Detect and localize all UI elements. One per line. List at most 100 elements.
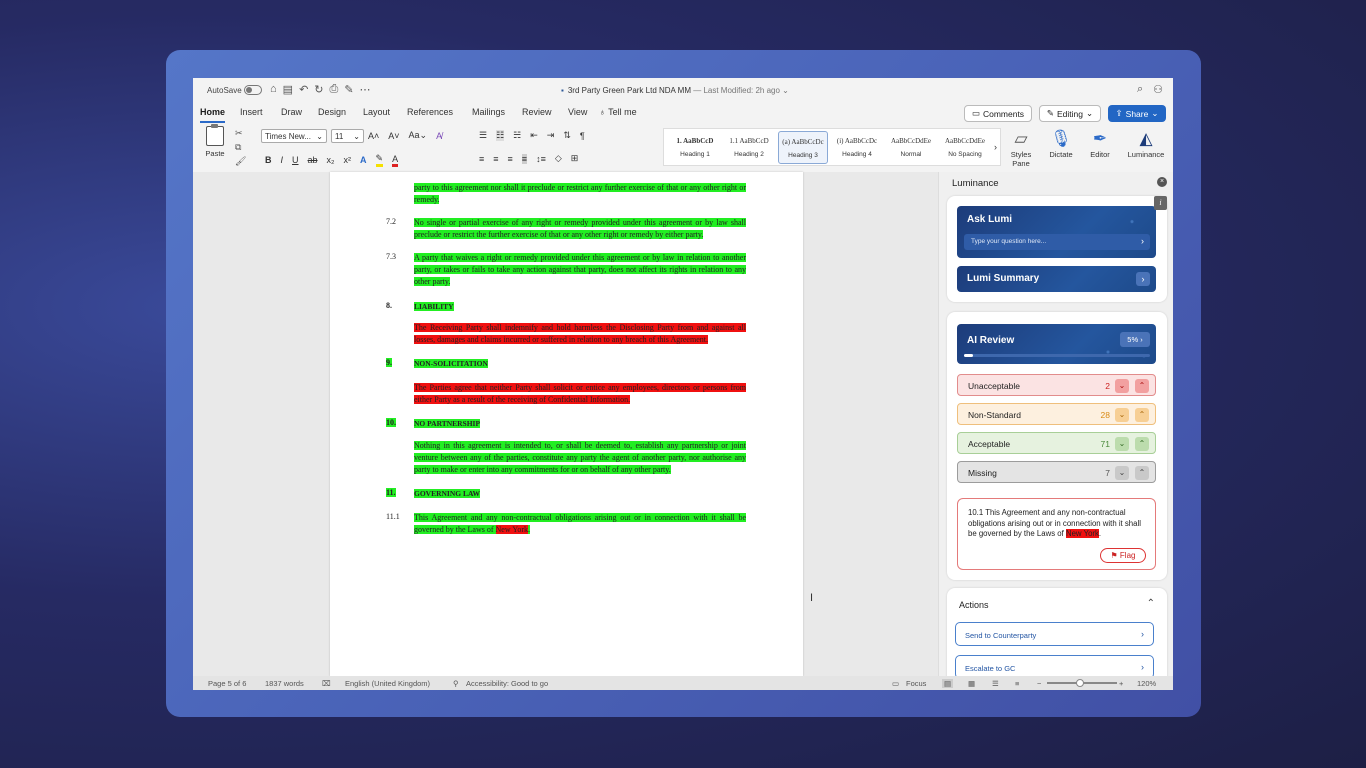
chevron-up-icon[interactable]: ⌃ [1135,466,1149,480]
tab-insert[interactable]: Insert [240,107,263,117]
styles-pane-button[interactable]: ▱ Styles Pane [1001,128,1041,168]
paste-button[interactable]: Paste [201,124,229,158]
web-layout-icon[interactable]: ▦ [968,679,975,688]
flag-button[interactable]: ⚑ Flag [1100,548,1146,563]
chevron-right-icon[interactable]: › [1141,236,1144,246]
line-spacing-icon[interactable]: ↕≡ [536,154,546,164]
shading-icon[interactable]: ◇ [555,153,562,164]
highlight-icon[interactable]: ✎ [375,153,384,167]
font-size-select[interactable]: 11 ⌄ [331,129,364,143]
copy-icon[interactable]: ⧉ [235,142,241,153]
style-no-spacing[interactable]: AaBbCcDdEe No Spacing [940,131,990,164]
accessibility-status[interactable]: Accessibility: Good to go [466,679,548,688]
draft-icon[interactable]: ≡ [1015,679,1019,688]
style-heading-4[interactable]: (i) AaBbCcDc Heading 4 [832,131,882,164]
category-acceptable[interactable]: Acceptable 71 ⌄ ⌃ [957,432,1156,454]
category-missing[interactable]: Missing 7 ⌄ ⌃ [957,461,1156,483]
style-heading-1[interactable]: 1. AaBbCcD Heading 1 [670,131,720,164]
zoom-slider-handle[interactable] [1076,679,1084,687]
font-family-select[interactable]: Times New... ⌄ [261,129,327,143]
multilevel-list-icon[interactable]: ☵ [513,130,521,141]
print-icon[interactable]: ⎙ [330,83,339,96]
align-left-icon[interactable]: ≡ [479,154,484,164]
chevron-up-icon[interactable]: ⌃ [1135,437,1149,451]
shrink-font-icon[interactable]: A˅ [388,131,399,141]
tab-draw[interactable]: Draw [281,107,302,117]
grow-font-icon[interactable]: A˄ [368,131,379,141]
chevron-down-icon[interactable]: ⌄ [1115,466,1129,480]
font-color-icon[interactable]: A [392,154,399,167]
tab-references[interactable]: References [407,107,453,117]
decrease-indent-icon[interactable]: ⇤ [530,130,538,141]
tab-review[interactable]: Review [522,107,552,117]
category-non-standard[interactable]: Non-Standard 28 ⌄ ⌃ [957,403,1156,425]
bullets-icon[interactable]: ☰ [479,130,487,141]
ai-review-panel[interactable]: AI Review 5% › [957,324,1156,364]
category-unacceptable[interactable]: Unacceptable 2 ⌄ ⌃ [957,374,1156,396]
chevron-right-icon[interactable]: › [994,142,997,152]
format-painter-icon[interactable]: 🖌 [235,156,246,167]
chevron-down-icon[interactable]: ⌄ [1115,379,1129,393]
change-case-icon[interactable]: Aa⌄ [409,130,428,141]
zoom-out-icon[interactable]: − [1037,679,1041,688]
editor-button[interactable]: ✒ Editor [1080,128,1120,159]
tab-layout[interactable]: Layout [363,107,390,117]
style-normal[interactable]: AaBbCcDdEe Normal [886,131,936,164]
bold-icon[interactable]: B [265,155,272,165]
focus-button[interactable]: Focus [906,679,926,688]
edit-icon[interactable]: ✎ [344,83,353,96]
chevron-up-icon[interactable]: ⌃ [1147,598,1155,609]
superscript-icon[interactable]: x² [344,155,352,165]
share-button[interactable]: ⇪ Share ⌄ [1108,105,1166,122]
tab-view[interactable]: View [568,107,587,117]
share-people-icon[interactable]: ⚇ [1153,83,1163,96]
tab-design[interactable]: Design [318,107,346,117]
close-icon[interactable]: × [1157,177,1167,187]
tab-mailings[interactable]: Mailings [472,107,505,117]
italic-icon[interactable]: I [281,155,284,165]
clause-card[interactable]: 10.1 This Agreement and any non-contract… [957,498,1156,570]
subscript-icon[interactable]: x₂ [327,155,335,165]
word-count[interactable]: 1837 words [265,679,304,688]
more-icon[interactable]: ⋯ [360,83,371,96]
text-effects-icon[interactable]: A [360,155,367,165]
chevron-down-icon[interactable]: ⌄ [1115,437,1129,451]
zoom-level[interactable]: 120% [1137,679,1156,688]
redo-icon[interactable]: ↻ [314,83,323,96]
style-heading-2[interactable]: 1.1 AaBbCcD Heading 2 [724,131,774,164]
borders-icon[interactable]: ⊞ [571,153,579,164]
tell-me[interactable]: ♁ Tell me [599,107,637,117]
language[interactable]: English (United Kingdom) [345,679,430,688]
search-icon[interactable]: ⌕ [1137,83,1143,96]
info-icon[interactable]: i [1154,196,1167,210]
last-modified[interactable]: — Last Modified: 2h ago ⌄ [693,86,789,95]
outline-icon[interactable]: ☰ [992,679,999,688]
luminance-button[interactable]: ◭ Luminance [1126,128,1166,159]
lumi-summary-button[interactable]: Lumi Summary › [957,266,1156,292]
zoom-in-icon[interactable]: + [1119,679,1123,688]
style-heading-3[interactable]: (a) AaBbCcDc Heading 3 [778,131,828,164]
comments-button[interactable]: ▭ Comments [964,105,1032,122]
numbering-icon[interactable]: ☷ [496,130,505,141]
underline-icon[interactable]: U [292,155,299,165]
chevron-up-icon[interactable]: ⌃ [1135,408,1149,422]
undo-icon[interactable]: ↶ [299,83,308,96]
pilcrow-icon[interactable]: ¶ [580,131,585,141]
strikethrough-icon[interactable]: ab [308,155,318,165]
page-count[interactable]: Page 5 of 6 [208,679,246,688]
document-page[interactable]: party to this agreement nor shall it pre… [330,172,803,676]
align-center-icon[interactable]: ≡ [493,154,498,164]
home-icon[interactable]: ⌂ [270,83,277,96]
proofing-icon[interactable]: ⌧ [322,679,331,688]
ask-lumi-input[interactable]: Type your question here... › [964,234,1150,250]
dictate-button[interactable]: 🎙 Dictate [1041,128,1081,159]
print-layout-icon[interactable]: ▤ [942,679,954,688]
increase-indent-icon[interactable]: ⇥ [547,130,555,141]
autosave-toggle[interactable] [244,85,262,95]
save-icon[interactable]: ▤ [283,83,293,96]
chevron-down-icon[interactable]: ⌄ [1115,408,1129,422]
editing-button[interactable]: ✎ Editing ⌄ [1039,105,1101,122]
chevron-up-icon[interactable]: ⌃ [1135,379,1149,393]
clear-format-icon[interactable]: A̸ [436,131,442,141]
send-to-counterparty-button[interactable]: Send to Counterparty › [955,622,1154,646]
